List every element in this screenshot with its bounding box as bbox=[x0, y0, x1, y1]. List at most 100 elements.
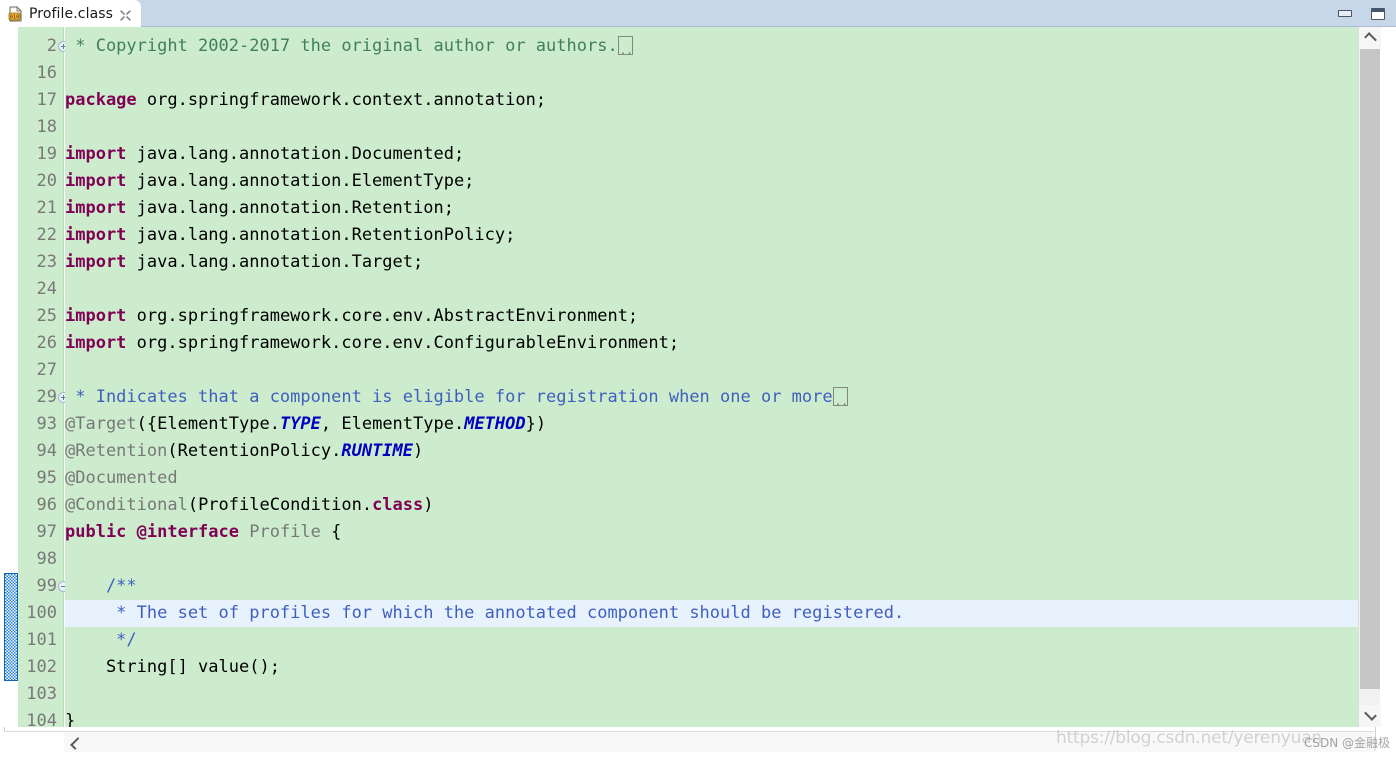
code-token: /** bbox=[65, 576, 137, 596]
line-number: 101 bbox=[26, 630, 57, 650]
code-line-current[interactable]: * The set of profiles for which the anno… bbox=[65, 600, 1358, 627]
line-number: 19 bbox=[36, 144, 57, 164]
code-line[interactable]: String[] value(); bbox=[65, 654, 1358, 681]
line-number: 100 bbox=[26, 603, 57, 623]
line-number: 20 bbox=[36, 171, 57, 191]
code-line[interactable]: } bbox=[65, 708, 1358, 727]
code-token: public @interface bbox=[65, 522, 239, 542]
code-token: java.lang.annotation.Retention; bbox=[126, 198, 454, 218]
editor-frame: 2 16 17 18 19 20 21 22 23 24 25 26 27 29 93 94 95 96 97 98 9… bbox=[0, 27, 1396, 761]
code-token: import bbox=[65, 306, 127, 326]
code-line[interactable]: package org.springframework.context.anno… bbox=[65, 87, 1358, 114]
code-token: * The set of profiles for which the anno… bbox=[65, 603, 905, 623]
code-token: import bbox=[65, 144, 127, 164]
code-token: java.lang.annotation.ElementType; bbox=[126, 171, 475, 191]
line-number: 24 bbox=[36, 279, 57, 299]
line-number: 97 bbox=[36, 522, 57, 542]
window-right-edge bbox=[1386, 27, 1396, 761]
code-token: String[] value(); bbox=[65, 657, 280, 677]
code-token: org.springframework.core.env.AbstractEnv… bbox=[126, 306, 639, 326]
editor-tab-label: Profile.class bbox=[29, 5, 114, 22]
line-number: 102 bbox=[26, 657, 57, 677]
line-number: 95 bbox=[36, 468, 57, 488]
code-token: (ProfileCondition. bbox=[187, 495, 373, 515]
svg-text:010: 010 bbox=[10, 14, 20, 20]
code-token: @Target bbox=[65, 414, 137, 434]
code-line[interactable] bbox=[65, 60, 1358, 87]
code-text-area[interactable]: * Copyright 2002-2017 the original autho… bbox=[65, 27, 1358, 727]
window-bottom-edge bbox=[2, 752, 1396, 761]
code-line[interactable]: * Copyright 2002-2017 the original autho… bbox=[65, 33, 1358, 60]
code-token: Profile bbox=[239, 522, 332, 542]
code-line[interactable]: import org.springframework.core.env.Abst… bbox=[65, 303, 1358, 330]
class-file-icon: 010 bbox=[8, 5, 23, 22]
collapsed-region-icon[interactable] bbox=[617, 36, 633, 56]
code-token: @Conditional bbox=[65, 495, 188, 515]
code-line[interactable]: /** bbox=[65, 573, 1358, 600]
code-token: ) bbox=[423, 495, 434, 515]
window-maximize-icon[interactable] bbox=[1370, 7, 1386, 21]
code-token: METHOD bbox=[464, 414, 526, 434]
collapsed-region-icon[interactable] bbox=[832, 387, 848, 407]
code-token: import bbox=[65, 171, 127, 191]
code-token: @Documented bbox=[65, 468, 178, 488]
line-number-gutter[interactable]: 2 16 17 18 19 20 21 22 23 24 25 26 27 29 93 94 95 96 97 98 9… bbox=[18, 27, 69, 731]
code-token: , ElementType. bbox=[320, 414, 465, 434]
vertical-scrollbar[interactable] bbox=[1358, 27, 1381, 727]
code-line[interactable]: @Retention(RetentionPolicy.RUNTIME) bbox=[65, 438, 1358, 465]
line-number: 94 bbox=[36, 441, 57, 461]
window-minimize-icon[interactable] bbox=[1337, 7, 1353, 21]
chevron-down-icon[interactable] bbox=[1359, 705, 1381, 727]
code-line[interactable] bbox=[65, 357, 1358, 384]
code-line[interactable] bbox=[65, 546, 1358, 573]
code-line[interactable]: import java.lang.annotation.ElementType; bbox=[65, 168, 1358, 195]
close-icon[interactable] bbox=[119, 7, 132, 21]
line-number: 103 bbox=[26, 684, 57, 704]
line-number: 23 bbox=[36, 252, 57, 272]
code-line[interactable]: @Conditional(ProfileCondition.class) bbox=[65, 492, 1358, 519]
line-number: 26 bbox=[36, 333, 57, 353]
chevron-left-icon[interactable] bbox=[64, 732, 86, 754]
code-token: import bbox=[65, 252, 127, 272]
code-token: } bbox=[65, 711, 76, 727]
line-number: 27 bbox=[36, 360, 57, 380]
code-line[interactable]: * Indicates that a component is eligible… bbox=[65, 384, 1358, 411]
code-token: org.springframework.core.env.Configurabl… bbox=[126, 333, 680, 353]
window-controls bbox=[1337, 0, 1386, 27]
watermark-badge: CSDN @金融极 bbox=[1303, 736, 1390, 750]
code-line[interactable]: import java.lang.annotation.Target; bbox=[65, 249, 1358, 276]
code-line[interactable]: import java.lang.annotation.Retention; bbox=[65, 195, 1358, 222]
code-line[interactable]: */ bbox=[65, 627, 1358, 654]
code-token: */ bbox=[65, 630, 137, 650]
line-number: 93 bbox=[36, 414, 57, 434]
chevron-up-icon[interactable] bbox=[1359, 27, 1381, 49]
code-token: RUNTIME bbox=[341, 441, 414, 461]
vertical-scrollbar-thumb[interactable] bbox=[1360, 49, 1380, 689]
line-number: 98 bbox=[36, 549, 57, 569]
code-token: (RetentionPolicy. bbox=[167, 441, 342, 461]
code-line[interactable]: @Documented bbox=[65, 465, 1358, 492]
line-number: 16 bbox=[36, 63, 57, 83]
code-token: org.springframework.context.annotation; bbox=[136, 90, 547, 110]
code-line[interactable]: import java.lang.annotation.Documented; bbox=[65, 141, 1358, 168]
code-line[interactable] bbox=[65, 681, 1358, 708]
code-token: { bbox=[331, 522, 342, 542]
horizontal-scrollbar-gutter-pad bbox=[4, 732, 64, 754]
code-token: java.lang.annotation.RetentionPolicy; bbox=[126, 225, 516, 245]
code-line[interactable] bbox=[65, 114, 1358, 141]
code-token: ) bbox=[413, 441, 424, 461]
code-token: * Indicates that a component is eligible… bbox=[65, 387, 833, 407]
code-token: class bbox=[372, 495, 424, 515]
code-line[interactable]: import java.lang.annotation.RetentionPol… bbox=[65, 222, 1358, 249]
code-line[interactable]: public @interface Profile { bbox=[65, 519, 1358, 546]
code-token: java.lang.annotation.Target; bbox=[126, 252, 424, 272]
code-line[interactable]: import org.springframework.core.env.Conf… bbox=[65, 330, 1358, 357]
editor-tab-profile-class[interactable]: 010 Profile.class bbox=[2, 0, 142, 27]
code-token: package bbox=[65, 90, 137, 110]
code-line[interactable] bbox=[65, 276, 1358, 303]
code-token: TYPE bbox=[279, 414, 321, 434]
line-number: 18 bbox=[36, 117, 57, 137]
code-line[interactable]: @Target({ElementType.TYPE, ElementType.M… bbox=[65, 411, 1358, 438]
code-token: @Retention bbox=[65, 441, 168, 461]
code-token: }) bbox=[525, 414, 547, 434]
